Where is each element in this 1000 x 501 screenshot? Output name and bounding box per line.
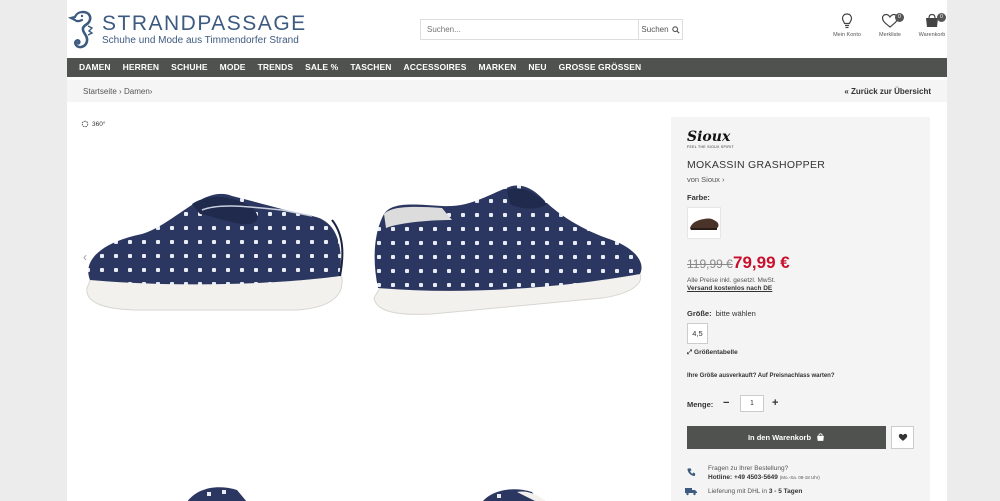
nav-item-sale[interactable]: SALE % <box>299 58 344 77</box>
nav-item-taschen[interactable]: TASCHEN <box>344 58 397 77</box>
size-label: Größe: <box>687 309 712 318</box>
brand-tagline: FEEL THE SIOUX SPIRIT <box>687 145 734 149</box>
tax-note: Alle Preise inkl. gesetzl. MwSt. <box>687 277 776 284</box>
hotline-hours: (Mo.-Sa. 09-18 Uhr) <box>779 475 820 480</box>
breadcrumb-label: Damen <box>124 87 150 96</box>
breadcrumb-item-startseite[interactable]: Startseite › <box>83 87 122 96</box>
product-image-main[interactable] <box>82 180 347 320</box>
site-header: STRANDPASSAGE Schuhe und Mode aus Timmen… <box>67 0 947 58</box>
back-to-overview-link[interactable]: « Zurück zur Übersicht <box>844 87 931 96</box>
cart-count-badge: 0 <box>937 13 946 22</box>
account-link[interactable]: Mein Konto <box>827 13 867 38</box>
nav-item-marken[interactable]: MARKEN <box>472 58 522 77</box>
nav-item-herren[interactable]: HERREN <box>117 58 166 77</box>
search-button-label: Suchen <box>641 25 669 34</box>
size-selection-label: Größe: bitte wählen <box>687 309 756 318</box>
quantity-decrease-button[interactable]: − <box>723 397 729 409</box>
logo-title[interactable]: STRANDPASSAGE <box>102 12 307 36</box>
nav-item-trends[interactable]: TRENDS <box>252 58 300 77</box>
product-thumbnail-2[interactable] <box>477 482 557 501</box>
size-table-link[interactable]: ⤢ Größentabelle <box>687 349 738 357</box>
nav-item-damen[interactable]: DAMEN <box>73 58 117 77</box>
cart-label: Warenkorb <box>918 32 946 38</box>
product-image-side[interactable] <box>372 180 652 320</box>
account-label: Mein Konto <box>833 32 861 38</box>
add-to-cart-label: In den Warenkorb <box>747 433 812 442</box>
delivery-days: 3 - 5 Tagen <box>768 488 803 495</box>
color-swatch[interactable] <box>687 207 721 239</box>
quantity-label: Menge: <box>687 400 714 409</box>
add-to-wishlist-button[interactable] <box>891 426 914 449</box>
nav-item-schuhe[interactable]: SCHUHE <box>165 58 214 77</box>
wishlist-label: Merkliste <box>878 32 901 38</box>
cart-icon <box>817 433 824 441</box>
seahorse-logo-icon[interactable] <box>67 8 97 52</box>
size-value: bitte wählen <box>715 309 756 318</box>
page: STRANDPASSAGE Schuhe und Mode aus Timmen… <box>67 0 947 501</box>
shipping-link[interactable]: Versand kostenlos nach DE <box>687 285 772 292</box>
nav-item-neu[interactable]: NEU <box>522 58 552 77</box>
old-price: 119,99 € <box>687 257 733 271</box>
breadcrumb-item-damen[interactable]: Damen› <box>124 87 152 96</box>
breadcrumb-label: Startseite <box>83 87 117 96</box>
search-box: Suchen <box>420 19 683 40</box>
view-360-button[interactable]: 360° <box>81 120 105 128</box>
color-swatch-shoe-image <box>690 218 719 230</box>
size-table-label: Größentabelle <box>694 349 738 356</box>
question-text: Fragen zu Ihrer Bestellung? <box>708 465 789 472</box>
product-info-panel: Sioux FEEL THE SIOUX SPIRIT MOKASSIN GRA… <box>671 117 930 501</box>
product-title: MOKASSIN GRASHOPPER <box>687 159 826 171</box>
breadcrumb-separator: › <box>119 87 122 96</box>
nav-item-grosse-groessen[interactable]: GROSSE GRÖSSEN <box>553 58 648 77</box>
view-360-label: 360° <box>92 120 106 128</box>
quantity-increase-button[interactable]: + <box>772 397 778 409</box>
size-option-4-5[interactable]: 4,5 <box>687 323 708 344</box>
delivery-prefix: Lieferung mit DHL in <box>708 488 768 495</box>
expand-arrows-icon: ⤢ <box>687 349 693 356</box>
rotate-360-icon <box>81 120 89 128</box>
search-button[interactable]: Suchen <box>638 20 682 39</box>
price-alert-link[interactable]: Ihre Größe ausverkauft? Auf Preisnachlas… <box>687 373 835 379</box>
search-icon <box>671 25 680 34</box>
nav-item-accessoires[interactable]: ACCESSOIRES <box>397 58 472 77</box>
lightbulb-icon <box>841 13 853 29</box>
hotline-number[interactable]: Hotline: +49 4503-5649 <box>708 474 778 481</box>
logo-subtitle: Schuhe und Mode aus Timmendorfer Strand <box>102 35 299 46</box>
quantity-input[interactable]: 1 <box>740 395 764 412</box>
cart-link[interactable]: 0 Warenkorb <box>912 13 952 38</box>
search-input[interactable] <box>421 20 639 39</box>
color-label: Farbe: <box>687 193 710 202</box>
brand-logo-wordmark: Sioux <box>687 129 731 145</box>
add-to-cart-button[interactable]: In den Warenkorb <box>687 426 886 449</box>
truck-icon <box>685 488 697 496</box>
heart-icon <box>898 433 907 441</box>
product-thumbnail-1[interactable] <box>177 482 257 501</box>
wishlist-count-badge: 0 <box>895 13 904 22</box>
sale-price: 79,99 € <box>733 253 790 272</box>
delivery-info: Lieferung mit DHL in 3 - 5 Tagen <box>708 488 802 495</box>
breadcrumb: Startseite › Damen› « Zurück zur Übersic… <box>67 80 947 102</box>
product-gallery: 360° ‹ <box>67 110 667 501</box>
brand-logo[interactable]: Sioux FEEL THE SIOUX SPIRIT <box>687 129 734 149</box>
brand-link[interactable]: von Sioux › <box>687 175 725 184</box>
phone-icon <box>687 468 696 477</box>
wishlist-link[interactable]: 0 Merkliste <box>870 13 910 38</box>
breadcrumb-separator: › <box>149 87 153 96</box>
nav-item-mode[interactable]: MODE <box>214 58 252 77</box>
hotline-info: Fragen zu Ihrer Bestellung? Hotline: +49… <box>708 464 820 482</box>
main-navigation: DAMEN HERREN SCHUHE MODE TRENDS SALE % T… <box>67 58 947 77</box>
